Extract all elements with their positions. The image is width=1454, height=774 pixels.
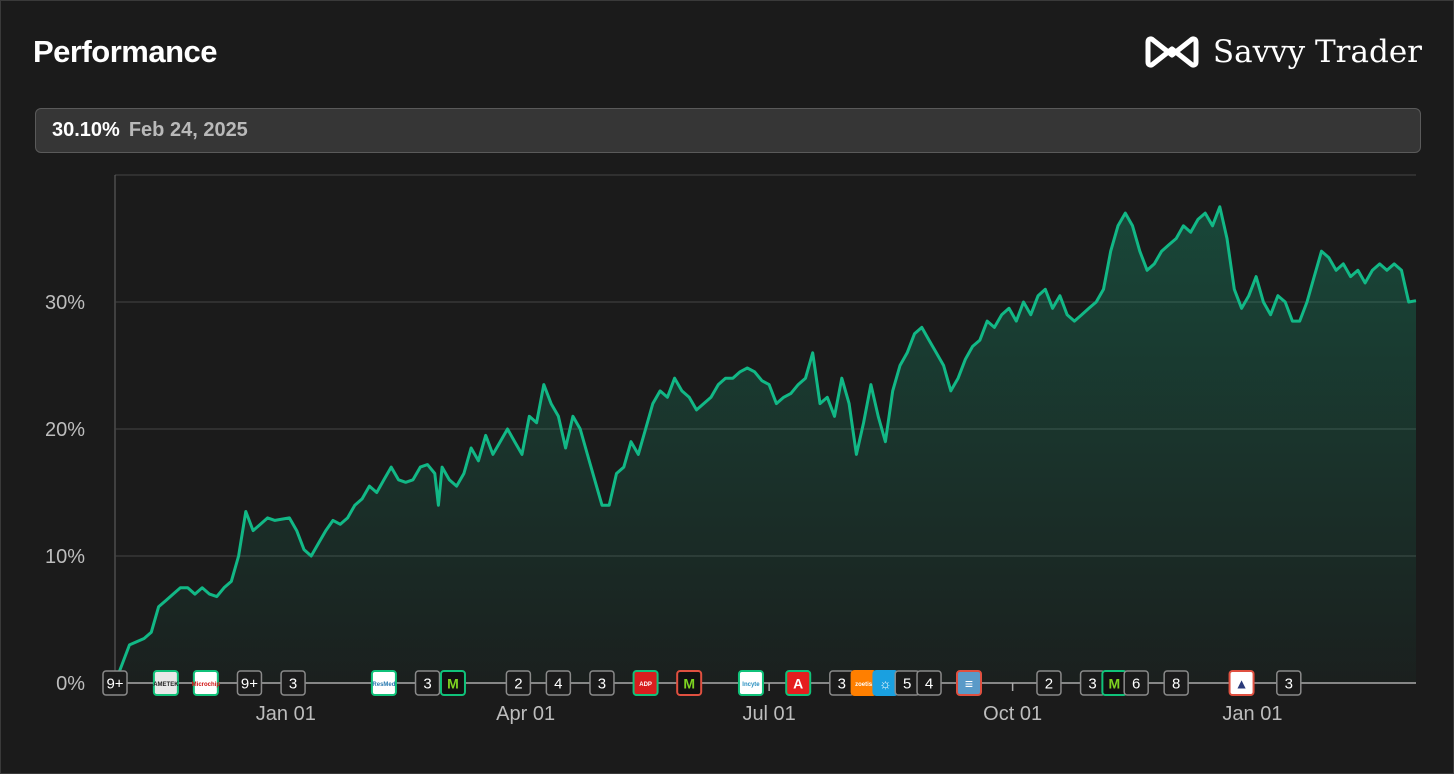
trade-count-marker[interactable]: 3 [280, 670, 306, 696]
y-tick-label: 10% [45, 546, 85, 568]
marker-count: 3 [598, 676, 606, 693]
trade-count-marker[interactable]: 6 [1123, 670, 1149, 696]
x-tick-label: Jan 01 [1222, 703, 1282, 725]
trade-count-marker[interactable]: 4 [545, 670, 572, 696]
marker-logo-text: ADP [639, 682, 652, 688]
trade-logo-marker[interactable]: ☼ [872, 670, 899, 696]
trade-logo-marker[interactable]: Incyte [737, 670, 764, 696]
marker-count: 4 [925, 676, 933, 693]
x-tick-label: Jul 01 [742, 703, 795, 725]
trade-logo-marker[interactable]: M [1101, 670, 1128, 696]
trade-logo-marker[interactable]: Microchip [192, 670, 221, 696]
marker-logo-text: zoetis [855, 682, 873, 688]
trade-count-marker[interactable]: 3 [414, 670, 441, 696]
marker-count: 3 [1088, 676, 1096, 693]
trade-count-marker[interactable]: 3 [829, 670, 855, 696]
trade-count-marker[interactable]: 2 [1036, 670, 1062, 696]
trade-count-marker[interactable]: 8 [1163, 670, 1189, 696]
marker-count: 3 [1285, 676, 1293, 693]
marker-logo-text: Microchip [192, 682, 221, 688]
trade-logo-marker[interactable]: M [676, 670, 703, 696]
trade-logo-marker[interactable]: M [439, 670, 466, 696]
marker-logo-text: ≡ [965, 676, 973, 692]
marker-count: 6 [1132, 676, 1140, 693]
marker-logo-text: ▲ [1235, 676, 1249, 692]
x-tick-label: Oct 01 [983, 703, 1042, 725]
trade-count-marker[interactable]: 9+ [102, 670, 128, 696]
marker-count: 9+ [241, 676, 258, 693]
marker-count: 2 [514, 676, 522, 693]
marker-logo-text: M [1109, 676, 1121, 692]
y-axis-labels: 0% 10% 20% 30% [45, 292, 85, 695]
trade-logo-marker[interactable]: ≡ [956, 670, 983, 696]
marker-count: 2 [1045, 676, 1053, 693]
marker-count: 3 [423, 676, 431, 693]
trade-logo-marker[interactable]: ADP [632, 670, 659, 696]
event-markers[interactable]: 9+ AMETEK Microchip 9+ 3 ResMed 3 M 2 4 3 ADP M Incyt… [102, 670, 1302, 696]
trade-count-marker[interactable]: 2 [505, 670, 532, 696]
performance-chart[interactable]: 0% 10% 20% 30% Jan 01 Apr 01 Jul 01 Oct 01 Jan … [0, 0, 1454, 774]
marker-count: 9+ [106, 676, 123, 693]
trade-count-marker[interactable]: 9+ [236, 670, 263, 696]
marker-count: 4 [554, 676, 562, 693]
marker-logo-text: M [683, 676, 695, 692]
marker-logo-text: AMETEK [153, 682, 179, 688]
trade-logo-marker[interactable]: AMETEK [152, 670, 179, 696]
performance-area [115, 206, 1416, 684]
marker-logo-text: A [793, 676, 803, 692]
marker-logo-text: M [447, 676, 459, 692]
marker-logo-text: Incyte [742, 682, 760, 688]
y-tick-label: 0% [56, 673, 85, 695]
x-tick-label: Jan 01 [256, 703, 316, 725]
marker-count: 8 [1172, 676, 1180, 693]
marker-count: 5 [903, 676, 911, 693]
trade-count-marker[interactable]: 4 [916, 670, 942, 696]
trade-logo-marker[interactable]: A [785, 670, 812, 696]
trade-count-marker[interactable]: 3 [589, 670, 615, 696]
marker-logo-text: ☼ [879, 676, 892, 692]
marker-count: 3 [838, 676, 846, 693]
trade-logo-marker[interactable]: ResMed [370, 670, 397, 696]
marker-count: 3 [289, 676, 297, 693]
x-tick-label: Apr 01 [496, 703, 555, 725]
trade-logo-marker[interactable]: zoetis [850, 670, 877, 696]
trade-logo-marker[interactable]: ▲ [1228, 670, 1255, 696]
trade-count-marker[interactable]: 5 [894, 670, 920, 696]
trade-count-marker[interactable]: 3 [1276, 670, 1302, 696]
y-tick-label: 30% [45, 292, 85, 314]
y-tick-label: 20% [45, 419, 85, 441]
trade-count-marker[interactable]: 3 [1079, 670, 1106, 696]
marker-logo-text: ResMed [372, 682, 395, 688]
